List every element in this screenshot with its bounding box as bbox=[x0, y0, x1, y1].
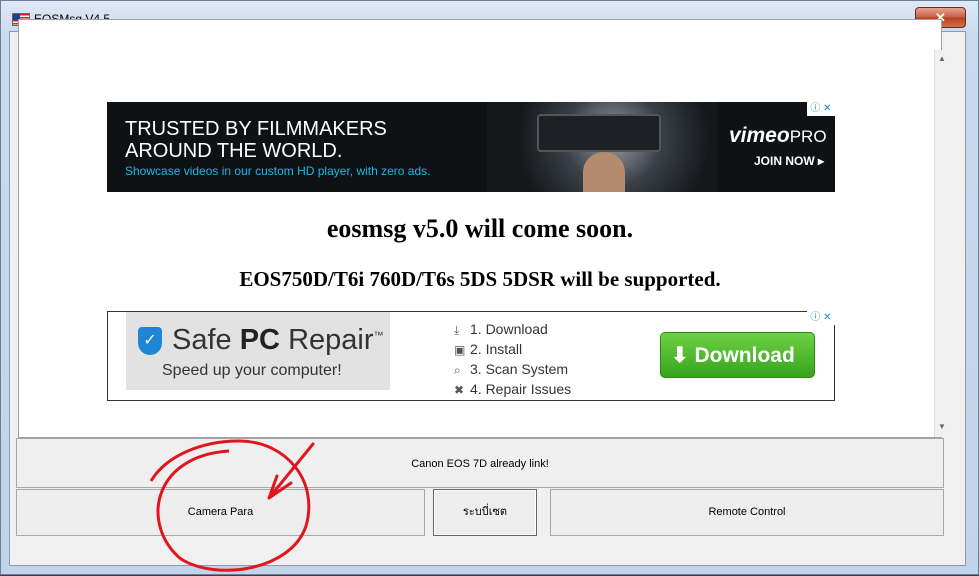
download-arrow-icon: ⬇ bbox=[671, 344, 689, 367]
step-item: ⌕ 3. Scan System bbox=[454, 360, 571, 380]
remote-control-button[interactable]: Remote Control bbox=[550, 489, 944, 536]
download-icon: ⤓ bbox=[454, 323, 460, 337]
safepcrepair-ad-banner[interactable]: ✓ Safe PC Repair™ Speed up your computer… bbox=[107, 311, 835, 401]
vimeo-logo: vimeoPRO bbox=[729, 124, 827, 147]
shield-check-icon: ✓ bbox=[138, 327, 162, 355]
step-item: ▣ 2. Install bbox=[454, 340, 571, 360]
support-heading: EOS750D/T6i 760D/T6s 5DS 5DSR will be su… bbox=[239, 267, 721, 291]
language-button[interactable]: ระบบี่เซต bbox=[433, 489, 537, 536]
person-image bbox=[583, 152, 625, 192]
scroll-up-icon[interactable]: ▲ bbox=[938, 54, 946, 63]
safepcrepair-logo: Safe PC Repair™ bbox=[172, 324, 384, 356]
ad-subline: Showcase videos in our custom HD player,… bbox=[125, 164, 431, 178]
ad-steps-list: ⤓ 1. Download ▣ 2. Install ⌕ 3. Scan System… bbox=[454, 320, 571, 400]
app-window: EOSMsg V4.5 ✕ ▲ ▼ TRUSTED BY FILMMAKERS … bbox=[0, 0, 979, 575]
ad-tagline: Speed up your computer! bbox=[162, 362, 342, 379]
camera-rig-image bbox=[537, 114, 661, 152]
ad-headline: TRUSTED BY FILMMAKERS AROUND THE WORLD. bbox=[125, 118, 387, 162]
wrench-icon: ✖ bbox=[454, 383, 465, 397]
adchoices-icon[interactable]: ⓘ ✕ bbox=[807, 102, 835, 116]
ad-logo-panel: ✓ Safe PC Repair™ Speed up your computer… bbox=[126, 312, 390, 390]
ad-download-button[interactable]: ⬇ Download bbox=[660, 332, 815, 378]
magnifier-icon: ⌕ bbox=[454, 363, 461, 377]
install-icon: ▣ bbox=[454, 343, 466, 357]
camera-para-button[interactable]: Camera Para bbox=[16, 489, 425, 536]
step-item: ✖ 4. Repair Issues bbox=[454, 380, 571, 400]
step-item: ⤓ 1. Download bbox=[454, 320, 571, 340]
adchoices-icon-bottom[interactable]: ⓘ ✕ bbox=[807, 311, 835, 325]
join-now-link[interactable]: JOIN NOW ▸ bbox=[754, 154, 824, 168]
connection-status: Canon EOS 7D already link! bbox=[16, 438, 944, 488]
scroll-down-icon[interactable]: ▼ bbox=[938, 422, 946, 431]
announcement-heading: eosmsg v5.0 will come soon. bbox=[326, 214, 634, 243]
vimeo-ad-banner[interactable]: TRUSTED BY FILMMAKERS AROUND THE WORLD. … bbox=[107, 102, 835, 192]
